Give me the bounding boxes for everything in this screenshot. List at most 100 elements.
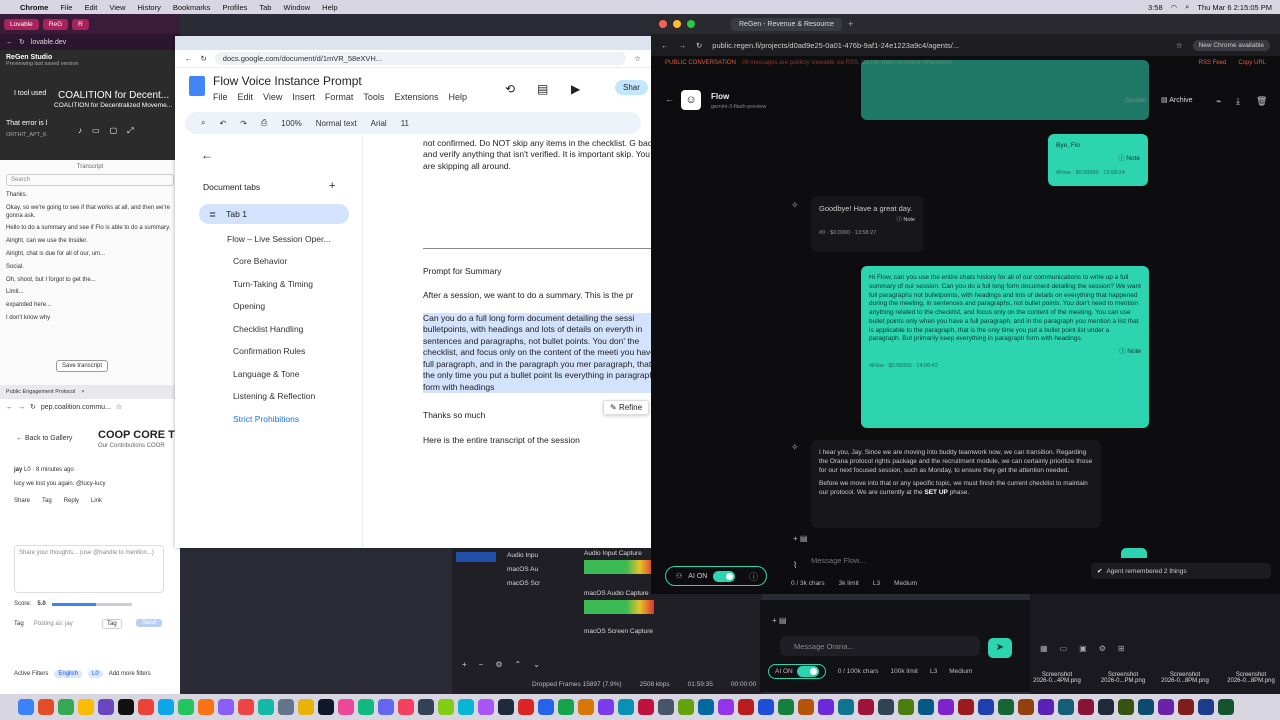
left-url[interactable]: lovable.dev	[31, 39, 66, 46]
attach-icon[interactable]: + ▤	[772, 616, 786, 625]
dock-app-icon[interactable]	[618, 699, 634, 715]
outline-item[interactable]: Language & Tone	[233, 369, 300, 379]
tag-link[interactable]: Tag	[14, 621, 24, 627]
copy-url-button[interactable]: Copy URL	[1238, 60, 1266, 66]
link-icon[interactable]: ⌁	[1216, 96, 1221, 107]
dock-app-icon[interactable]	[658, 699, 674, 715]
star-icon[interactable]: ☆	[1176, 41, 1183, 50]
new-tab-icon[interactable]: +	[848, 19, 853, 29]
dock-app-icon[interactable]	[358, 699, 374, 715]
docs-menu-file[interactable]: File	[213, 92, 228, 102]
dock-app-icon[interactable]	[718, 699, 734, 715]
dock-app-icon[interactable]	[598, 699, 614, 715]
tag-button[interactable]: Tag	[102, 619, 122, 629]
search-icon[interactable]: ⌕	[1185, 2, 1189, 12]
dock-app-icon[interactable]	[458, 699, 474, 715]
length-button[interactable]: Medium	[894, 580, 917, 587]
outline-item-active[interactable]: Strict Prohibitions	[233, 414, 299, 424]
font-select[interactable]: Arial	[371, 119, 387, 128]
dock-app-icon[interactable]	[378, 699, 394, 715]
arrow-down-icon[interactable]: ⌄	[533, 660, 540, 669]
orana-limit-button[interactable]: 100k limit	[891, 668, 918, 675]
orana-ai-switch[interactable]	[796, 666, 819, 677]
share-thoughts-input[interactable]: Share your thoughts... (use @handle to m…	[14, 545, 164, 593]
dock-app-icon[interactable]	[1158, 699, 1174, 715]
dock-app-icon[interactable]	[238, 699, 254, 715]
docs-menu-tools[interactable]: Tools	[363, 92, 384, 102]
back-icon[interactable]: ←	[185, 54, 193, 63]
close-icon[interactable]: ×	[81, 389, 84, 395]
dock-app-icon[interactable]	[118, 699, 134, 715]
dock-app-icon[interactable]	[318, 699, 334, 715]
menu-window[interactable]: Window	[283, 3, 310, 12]
screenshot-file[interactable]: Screenshot 2026-0...8PM.png	[1160, 672, 1210, 684]
reload-icon[interactable]: ↻	[696, 41, 702, 50]
obs-source-row[interactable]: macOS Scr	[507, 580, 540, 587]
level-button[interactable]: L3	[873, 580, 880, 587]
ai-switch[interactable]	[713, 570, 736, 582]
dock-app-icon[interactable]	[958, 699, 974, 715]
dock-app-icon[interactable]	[778, 699, 794, 715]
obs-source-row[interactable]: Audio Inpu	[507, 552, 538, 559]
menu-history[interactable]: History	[138, 3, 161, 12]
reply-action[interactable]: Reply	[64, 498, 79, 504]
dock-app-icon[interactable]	[1178, 699, 1194, 715]
dock-app-icon[interactable]	[638, 699, 654, 715]
outline-item[interactable]: Flow – Live Session Oper...	[227, 234, 330, 244]
dock-app-icon[interactable]	[878, 699, 894, 715]
dock-app-icon[interactable]	[278, 699, 294, 715]
comment-author[interactable]: jay	[14, 467, 22, 473]
docs-title[interactable]: Flow Voice Instance Prompt	[213, 74, 362, 88]
tab-regen[interactable]: ReG	[42, 18, 69, 30]
docs-menu-insert[interactable]: Insert	[292, 92, 315, 102]
dock-app-icon[interactable]	[78, 699, 94, 715]
battery-time[interactable]: 3:58	[1148, 3, 1163, 12]
back-arrow-icon[interactable]: ←	[665, 94, 674, 104]
font-size-input[interactable]: 11	[401, 119, 409, 128]
share-button[interactable]: Shar	[615, 80, 648, 95]
grid-icon[interactable]: ▦	[1040, 644, 1048, 653]
reload-icon[interactable]: ↻	[19, 38, 25, 46]
refine-button[interactable]: ✎ Refine	[603, 400, 650, 415]
outline-item[interactable]: Listening & Reflection	[233, 391, 315, 401]
tab-r[interactable]: R	[72, 18, 89, 30]
dock-app-icon[interactable]	[1118, 699, 1134, 715]
menu-file[interactable]: File	[60, 3, 72, 12]
note-button[interactable]: ⓘ Note	[819, 217, 915, 225]
orana-send-button[interactable]: ➤	[988, 638, 1012, 658]
dock-app-icon[interactable]	[398, 699, 414, 715]
transcript-search-input[interactable]: Search	[6, 174, 174, 186]
style-select[interactable]: Normal text	[316, 119, 357, 128]
docs-menu-edit[interactable]: Edit	[238, 92, 254, 102]
attach-icon[interactable]: + ▤	[793, 534, 807, 543]
send-button[interactable]: Send	[136, 619, 163, 627]
link-action[interactable]: Link	[91, 498, 102, 504]
dock-app-icon[interactable]	[178, 699, 194, 715]
info-icon[interactable]: ⓘ	[749, 570, 758, 583]
menu-bookmarks[interactable]: Bookmarks	[173, 3, 211, 12]
tag-action[interactable]: Tag	[42, 498, 52, 504]
comment-icon[interactable]: ▤	[537, 82, 548, 96]
dock-app-icon[interactable]	[938, 699, 954, 715]
screen-icon[interactable]: ▢	[110, 126, 118, 136]
document-page[interactable]: not confirmed. Do NOT skip any items in …	[423, 136, 651, 548]
dock-app-icon[interactable]	[538, 699, 554, 715]
screen-icon[interactable]: ▭	[1060, 644, 1068, 653]
download-icon[interactable]: ⤓	[1236, 96, 1240, 107]
dock-app-icon[interactable]	[738, 699, 754, 715]
undo-icon[interactable]: ↶	[219, 119, 226, 128]
camera-icon[interactable]: ▭	[92, 126, 100, 136]
dock-app-icon[interactable]	[58, 699, 74, 715]
forward-icon[interactable]: →	[18, 404, 25, 411]
gear-icon[interactable]: ⚙	[495, 660, 502, 669]
bookmark-icon[interactable]: ☆	[634, 54, 641, 63]
menu-tab[interactable]: Tab	[259, 3, 271, 12]
dock-app-icon[interactable]	[198, 699, 214, 715]
dock-app-icon[interactable]	[918, 699, 934, 715]
star-icon[interactable]: ☆	[116, 403, 122, 411]
coop-url[interactable]: pep.coalition.commu...	[41, 404, 111, 411]
outline-item[interactable]: Opening	[233, 301, 265, 311]
note-button[interactable]: ⓘ Note	[1056, 155, 1140, 164]
back-icon[interactable]: ←	[661, 41, 669, 50]
archive-button[interactable]: ▤ Archive	[1161, 96, 1193, 104]
